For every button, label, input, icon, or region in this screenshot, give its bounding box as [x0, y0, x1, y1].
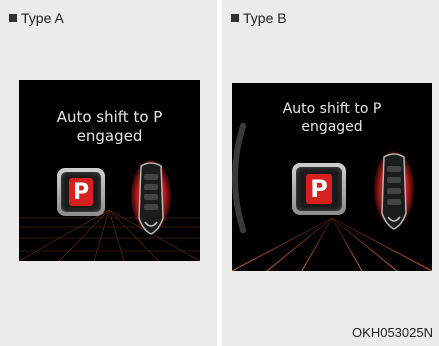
type-a-heading-label: Type A — [21, 10, 64, 26]
type-a-heading: Type A — [9, 10, 64, 26]
type-b-gauge-arc — [232, 123, 246, 233]
figure-code-caption: OKH053025N — [352, 325, 433, 340]
square-bullet-icon — [9, 14, 17, 22]
type-a-p-letter: P — [69, 178, 93, 206]
type-a-p-indicator: P — [57, 168, 105, 216]
type-b-p-letter: P — [306, 174, 332, 204]
type-b-heading: Type B — [231, 10, 287, 26]
type-b-p-indicator: P — [292, 163, 346, 215]
type-a-display-screen: Auto shift to P engaged P — [19, 80, 200, 261]
type-b-display-screen: Auto shift to P engaged P — [232, 83, 432, 271]
type-b-message-line2: engaged — [301, 118, 363, 135]
type-b-heading-label: Type B — [243, 10, 287, 26]
type-a-message-line2: engaged — [76, 126, 143, 145]
type-b-message-line1: Auto shift to P — [282, 101, 382, 117]
smart-key-icon — [131, 160, 171, 235]
type-a-message: Auto shift to P engaged — [19, 108, 200, 146]
type-a-message-line1: Auto shift to P — [56, 108, 163, 126]
square-bullet-icon — [231, 14, 239, 22]
smart-key-icon — [374, 151, 414, 230]
type-b-message: Auto shift to P engaged — [232, 101, 432, 136]
type-b-panel: Type B Auto shift to P engaged P OKH0530… — [222, 0, 439, 346]
type-a-panel: Type A Auto shift to P engaged P — [0, 0, 217, 346]
